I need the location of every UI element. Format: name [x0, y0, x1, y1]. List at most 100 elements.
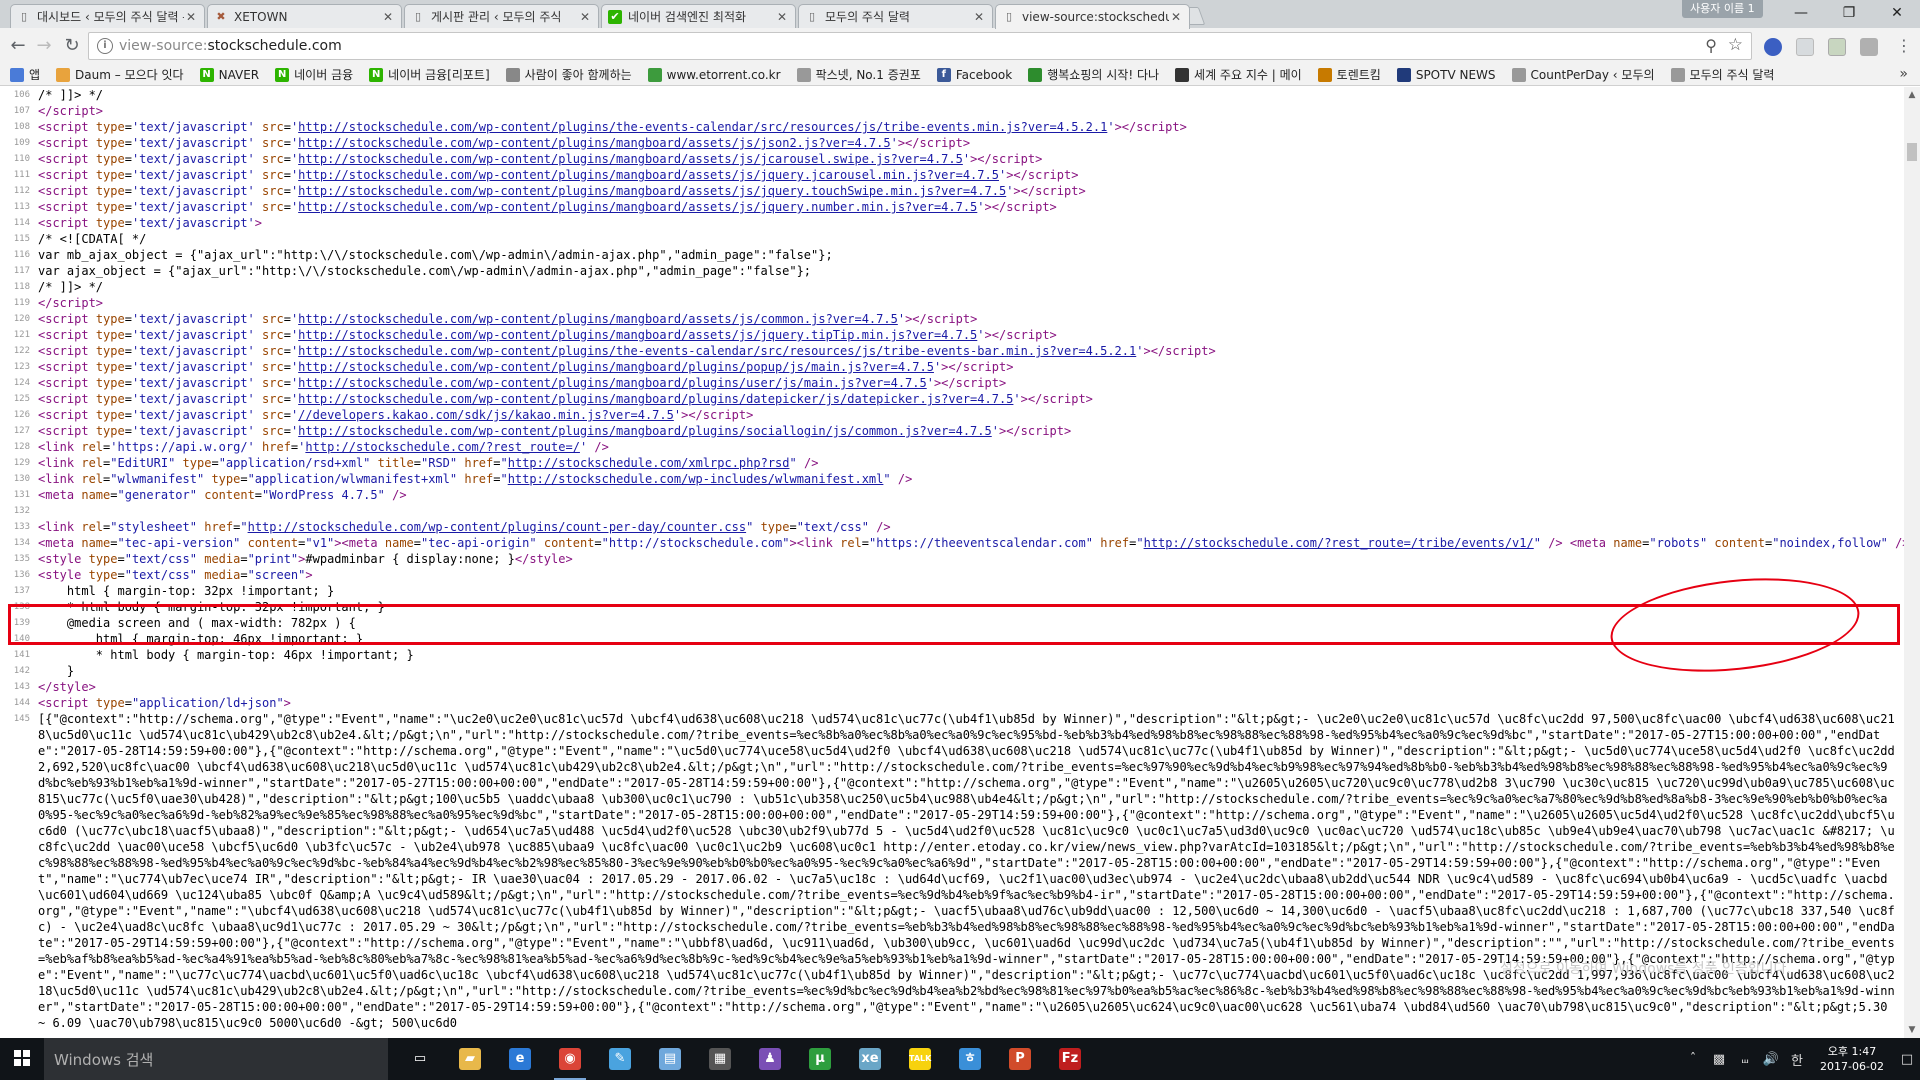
reload-button[interactable]: ↻: [60, 34, 84, 58]
source-link[interactable]: http://stockschedule.com/wp-content/plug…: [298, 312, 898, 326]
taskbar-app[interactable]: TALK: [900, 1042, 940, 1076]
bookmark-item[interactable]: N NAVER: [199, 67, 259, 82]
line-number: 119: [13, 298, 30, 308]
bookmark-item[interactable]: 앱: [10, 66, 40, 83]
close-tab-icon[interactable]: ✕: [775, 10, 789, 24]
taskbar-app[interactable]: e: [500, 1042, 540, 1076]
bookmark-item[interactable]: Daum – 모으다 잇다: [56, 66, 184, 83]
profile-badge[interactable]: 사용자 이름 1: [1682, 0, 1763, 18]
close-tab-icon[interactable]: ✕: [578, 10, 592, 24]
bookmarks-overflow-icon[interactable]: »: [1899, 66, 1908, 82]
wifi-icon[interactable]: ⧢: [1732, 1052, 1758, 1067]
clock[interactable]: 오후 1:47 2017-06-02: [1810, 1044, 1894, 1074]
browser-tab[interactable]: ▯ view-source:stockschedu ✕: [995, 4, 1190, 29]
source-line: 109 <script type='text/javascript' src='h…: [0, 135, 1904, 151]
close-window-button[interactable]: ✕: [1874, 0, 1920, 26]
source-link[interactable]: http://stockschedule.com/?rest_route=/tr…: [1144, 536, 1534, 550]
source-code-text: <link rel="EditURI" type="application/rs…: [38, 456, 819, 470]
taskbar-app[interactable]: ✎: [600, 1042, 640, 1076]
source-code-text: <link rel="stylesheet" href="http://stoc…: [38, 520, 891, 534]
taskbar-app[interactable]: Fz: [1050, 1042, 1090, 1076]
ime-icon[interactable]: 한: [1784, 1050, 1810, 1069]
line-number: 130: [13, 474, 30, 484]
vertical-scrollbar[interactable]: ▲ ▼: [1904, 87, 1920, 1038]
source-link[interactable]: http://stockschedule.com/?rest_route=/: [305, 440, 580, 454]
close-tab-icon[interactable]: ✕: [381, 10, 395, 24]
browser-tab[interactable]: ▯ 모두의 주식 달력 ✕: [798, 4, 993, 28]
bookmark-item[interactable]: www.etorrent.co.kr: [647, 67, 781, 82]
bookmark-item[interactable]: 팍스넷, No.1 증권포: [796, 66, 921, 83]
source-link[interactable]: http://stockschedule.com/wp-content/plug…: [298, 120, 1107, 134]
extension-icon[interactable]: [1860, 38, 1878, 56]
extension-icon[interactable]: [1796, 38, 1814, 56]
bookmark-item[interactable]: 행복쇼핑의 시작! 다나: [1028, 66, 1159, 83]
extension-icon[interactable]: [1764, 38, 1782, 56]
browser-tab[interactable]: ✖ XETOWN ✕: [207, 4, 402, 28]
browser-tab[interactable]: ✔ 네이버 검색엔진 최적화 ✕: [601, 4, 796, 28]
source-link[interactable]: http://stockschedule.com/wp-content/plug…: [298, 200, 977, 214]
source-link[interactable]: http://stockschedule.com/wp-content/plug…: [298, 152, 963, 166]
source-link[interactable]: http://stockschedule.com/xmlrpc.php?rsd: [508, 456, 790, 470]
source-link[interactable]: http://stockschedule.com/wp-content/plug…: [298, 328, 977, 342]
chevron-up-icon[interactable]: ˆ: [1680, 1052, 1706, 1067]
bookmark-item[interactable]: f Facebook: [936, 67, 1012, 82]
bookmark-label: 네이버 금융: [294, 68, 354, 82]
taskbar-app[interactable]: ♟: [750, 1042, 790, 1076]
bookmark-item[interactable]: N 네이버 금융[리포트]: [369, 66, 490, 83]
start-button[interactable]: [0, 1038, 44, 1080]
source-link[interactable]: http://stockschedule.com/wp-content/plug…: [298, 376, 927, 390]
maximize-button[interactable]: ❐: [1826, 0, 1872, 26]
taskbar-app[interactable]: ▤: [650, 1042, 690, 1076]
info-icon[interactable]: i: [97, 38, 113, 54]
taskbar-app[interactable]: xe: [850, 1042, 890, 1076]
source-link[interactable]: http://stockschedule.com/wp-content/plug…: [298, 360, 934, 374]
forward-button[interactable]: →: [32, 34, 56, 58]
source-link[interactable]: http://stockschedule.com/wp-content/plug…: [298, 392, 1013, 406]
menu-kebab-icon[interactable]: ⋮: [1892, 34, 1916, 58]
taskbar-app[interactable]: ◉: [550, 1042, 590, 1080]
taskbar-app[interactable]: P: [1000, 1042, 1040, 1076]
bookmark-item[interactable]: 세계 주요 지수 | 메이: [1175, 66, 1302, 83]
source-link[interactable]: http://stockschedule.com/wp-includes/wlw…: [508, 472, 884, 486]
close-tab-icon[interactable]: ✕: [184, 10, 198, 24]
taskbar-app[interactable]: ▦: [700, 1042, 740, 1076]
close-tab-icon[interactable]: ✕: [972, 10, 986, 24]
image-extension-icon[interactable]: [1828, 38, 1846, 56]
browser-tab[interactable]: ▯ 대시보드 ‹ 모두의 주식 달력 — ✕: [10, 4, 205, 28]
taskbar-search[interactable]: Windows 검색: [44, 1038, 388, 1080]
naver-icon: N: [199, 67, 214, 82]
source-link[interactable]: http://stockschedule.com/wp-content/plug…: [298, 136, 890, 150]
bookmark-item[interactable]: 사람이 좋아 함께하는: [505, 66, 632, 83]
bookmark-item[interactable]: N 네이버 금융: [275, 66, 353, 83]
taskbar-app[interactable]: ▰: [450, 1042, 490, 1076]
source-link[interactable]: http://stockschedule.com/wp-content/plug…: [298, 344, 1136, 358]
bookmark-star-icon[interactable]: ☆: [1728, 35, 1743, 55]
bookmark-item[interactable]: SPOTV NEWS: [1396, 67, 1496, 82]
back-button[interactable]: ←: [6, 34, 30, 58]
source-link[interactable]: http://stockschedule.com/wp-content/plug…: [248, 520, 747, 534]
close-tab-icon[interactable]: ✕: [1169, 10, 1183, 24]
taskbar-app[interactable]: ▭: [400, 1042, 440, 1076]
source-link[interactable]: //developers.kakao.com/sdk/js/kakao.min.…: [298, 408, 674, 422]
bookmark-item[interactable]: 모두의 주식 달력: [1670, 66, 1774, 83]
scroll-down-icon[interactable]: ▼: [1904, 1022, 1920, 1038]
taskbar-app[interactable]: µ: [800, 1042, 840, 1076]
bookmark-item[interactable]: CountPerDay ‹ 모두의: [1511, 66, 1655, 83]
address-bar[interactable]: i view-source:stockschedule.com ⚲ ☆: [88, 32, 1752, 60]
address-url[interactable]: view-source:stockschedule.com: [119, 38, 342, 54]
line-number: 144: [13, 698, 30, 708]
source-link[interactable]: http://stockschedule.com/wp-content/plug…: [298, 424, 992, 438]
source-link[interactable]: http://stockschedule.com/wp-content/plug…: [298, 168, 999, 182]
network-icon[interactable]: ▩: [1706, 1052, 1732, 1067]
browser-tab[interactable]: ▯ 게시판 관리 ‹ 모두의 주식 ✕: [404, 4, 599, 28]
scrollbar-thumb[interactable]: [1907, 143, 1917, 161]
zoom-icon[interactable]: ⚲: [1705, 36, 1717, 55]
notifications-icon[interactable]: □: [1894, 1052, 1920, 1067]
bookmark-item[interactable]: 토렌트킴: [1317, 66, 1381, 83]
minimize-button[interactable]: —: [1778, 0, 1824, 26]
source-link[interactable]: http://stockschedule.com/wp-content/plug…: [298, 184, 1006, 198]
volume-icon[interactable]: 🔊: [1758, 1052, 1784, 1067]
scroll-up-icon[interactable]: ▲: [1904, 87, 1920, 103]
taskbar-app[interactable]: ㅎ: [950, 1042, 990, 1076]
activation-watermark: 설정으로 이동하여 Windows를 정품 인증합니다.: [1500, 961, 1791, 977]
